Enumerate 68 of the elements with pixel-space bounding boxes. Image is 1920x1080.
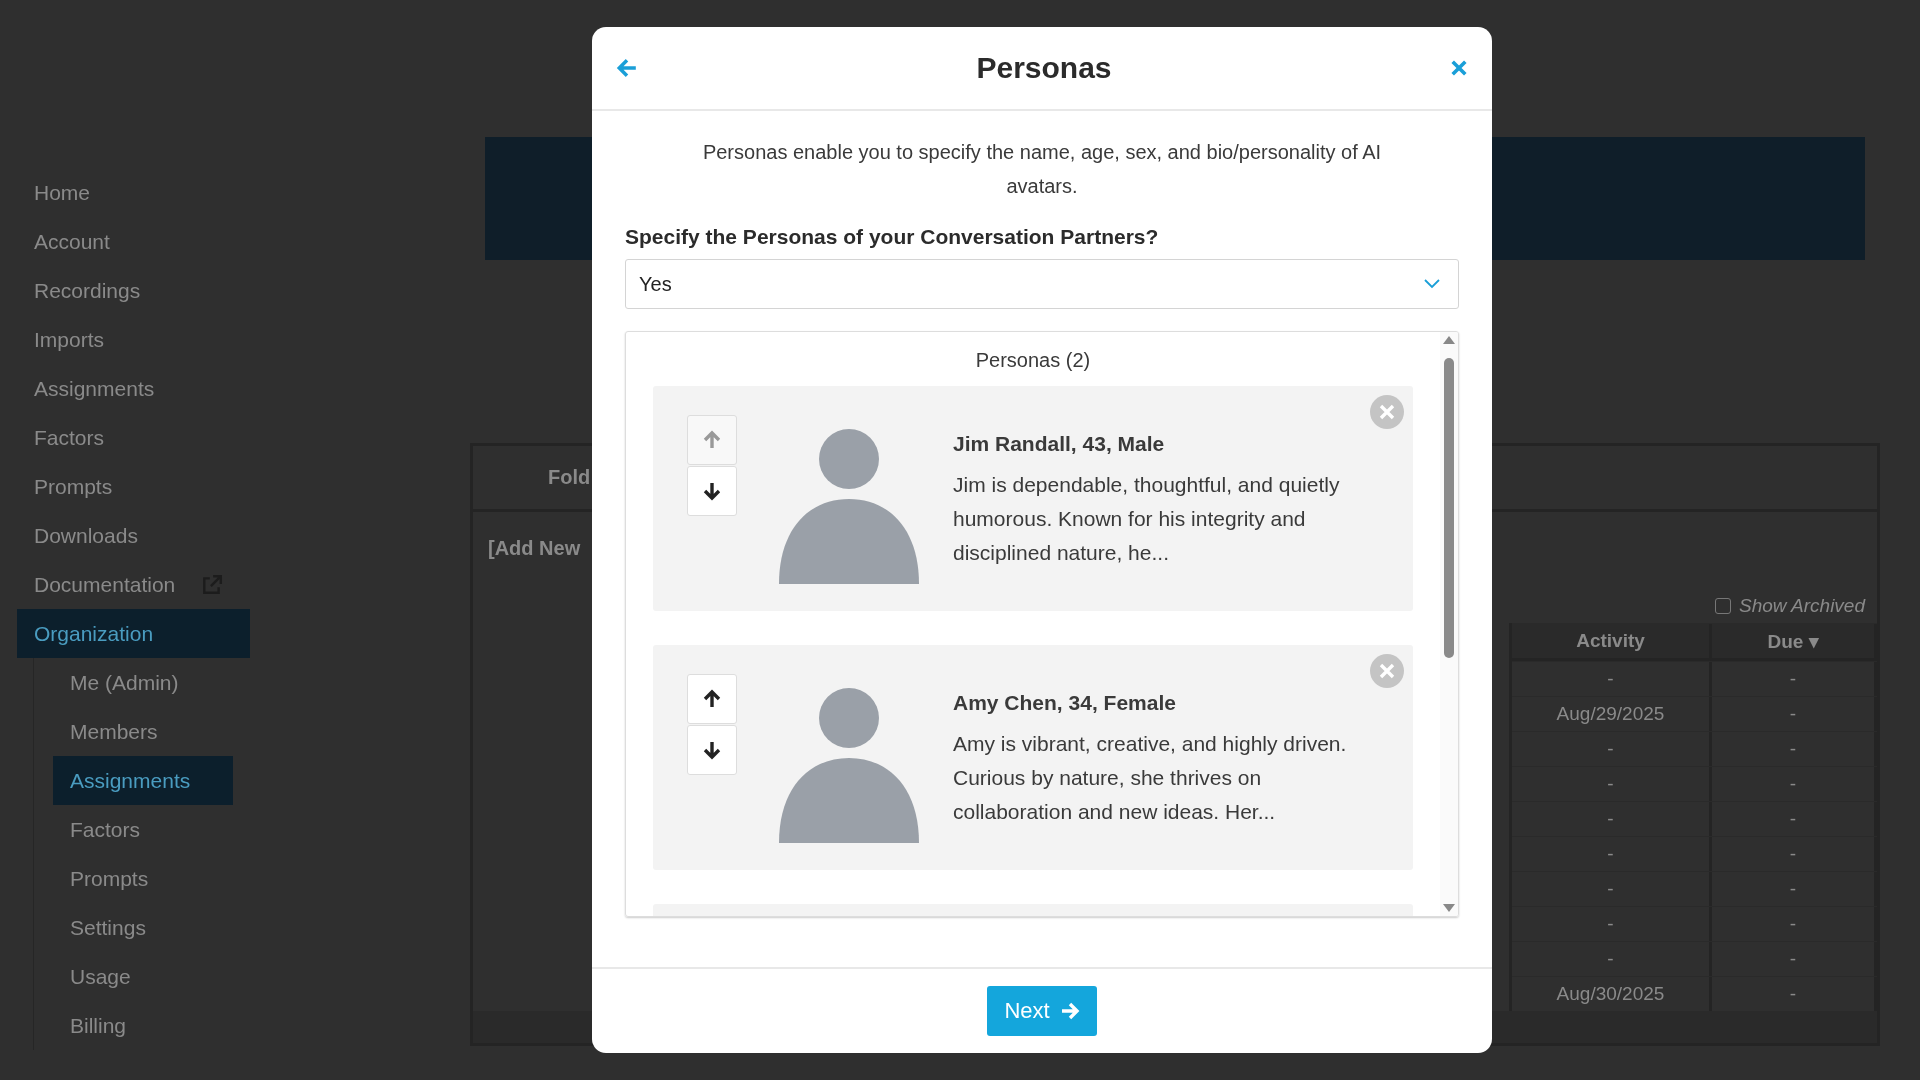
add-new-link[interactable]: [Add New [488, 537, 581, 560]
column-header[interactable]: Activity [1512, 624, 1712, 659]
sidebar-item[interactable]: Factors [17, 413, 250, 462]
checkbox[interactable] [1714, 598, 1731, 615]
list-title: Personas (2) [974, 348, 1092, 373]
scrollbar[interactable] [1440, 332, 1458, 916]
dialog-title: Personas [976, 51, 1112, 85]
table-cell: - [1712, 837, 1877, 872]
table-cell: - [1712, 662, 1877, 697]
next-button[interactable]: Next [987, 986, 1097, 1036]
persona-name: Jim Randall, 43, Male [953, 432, 1166, 456]
sidebar-subitem[interactable]: Factors [53, 805, 233, 854]
answer-dropdown[interactable]: Yes [625, 259, 1459, 309]
sidebar-subitem[interactable]: Members [53, 707, 233, 756]
table-cell: - [1712, 907, 1877, 942]
down-arrow-icon [702, 740, 722, 760]
table-cell: - [1512, 662, 1712, 697]
sidebar-item[interactable]: Documentation [17, 560, 250, 609]
table-cell: - [1712, 697, 1877, 732]
sidebar-item[interactable]: Recordings [17, 266, 250, 315]
sidebar-subitem[interactable]: Prompts [53, 854, 233, 903]
remove-icon[interactable] [1370, 395, 1404, 429]
sidebar-item[interactable]: Assignments [17, 364, 250, 413]
table-cell: - [1512, 907, 1712, 942]
description-text: Personas enable you to specify the name, age, sex, and bio/personality of AI avatars. [701, 140, 1383, 199]
scroll-up-icon[interactable] [1443, 336, 1455, 344]
table-cell: - [1512, 732, 1712, 767]
scroll-down-icon[interactable] [1443, 904, 1455, 912]
table-cell: - [1512, 837, 1712, 872]
move-down-button[interactable] [687, 466, 737, 516]
move-down-button[interactable] [687, 725, 737, 775]
persona-bio: Amy is vibrant, creative, and highly driven. Curious by nature, she thrives on collaboration and new ideas. Her... [953, 731, 1348, 825]
move-up-button[interactable] [687, 674, 737, 724]
sidebar-item[interactable]: Downloads [17, 511, 250, 560]
sidebar-item[interactable]: Imports [17, 315, 250, 364]
persona-name: Amy Chen, 34, Female [953, 691, 1177, 715]
right-arrow-icon [1059, 1001, 1080, 1021]
table-cell: - [1512, 767, 1712, 802]
sidebar-item[interactable]: Prompts [17, 462, 250, 511]
question-label: Specify the Personas of your Conversation Partners? [625, 225, 1160, 249]
sidebar-subitem[interactable]: Settings [53, 903, 233, 952]
back-arrow-icon[interactable] [616, 57, 638, 79]
close-icon[interactable] [1450, 59, 1468, 77]
sidebar-item[interactable]: Organization [17, 609, 250, 658]
sidebar-subitem[interactable]: Billing [53, 1001, 233, 1050]
checkbox-label: Show Archived [1738, 595, 1865, 618]
table-cell: - [1712, 802, 1877, 837]
sidebar-item[interactable]: Account [17, 217, 250, 266]
table-cell: - [1712, 767, 1877, 802]
table-cell: - [1712, 942, 1877, 977]
column-header: Fold [548, 466, 591, 490]
sidebar-subitem[interactable]: Assignments [53, 756, 233, 805]
sidebar-subitem[interactable]: Me (Admin) [53, 658, 233, 707]
table-cell: - [1512, 802, 1712, 837]
up-arrow-icon [702, 430, 722, 450]
persona-bio: Jim is dependable, thoughtful, and quietly humorous. Known for his integrity and disciplined nature, he... [953, 472, 1341, 566]
table-cell: Aug/29/2025 [1512, 697, 1712, 732]
sidebar-item[interactable]: Home [17, 168, 250, 217]
table-cell: - [1512, 872, 1712, 907]
column-header[interactable]: Due ▾ [1712, 624, 1877, 659]
down-arrow-icon [702, 481, 722, 501]
chevron-down-icon [1424, 279, 1440, 289]
table-cell: - [1712, 872, 1877, 907]
table-cell: - [1712, 732, 1877, 767]
remove-icon[interactable] [1370, 654, 1404, 688]
table-cell: - [1512, 942, 1712, 977]
up-arrow-icon [702, 689, 722, 709]
sidebar-subitem[interactable]: Usage [53, 952, 233, 1001]
